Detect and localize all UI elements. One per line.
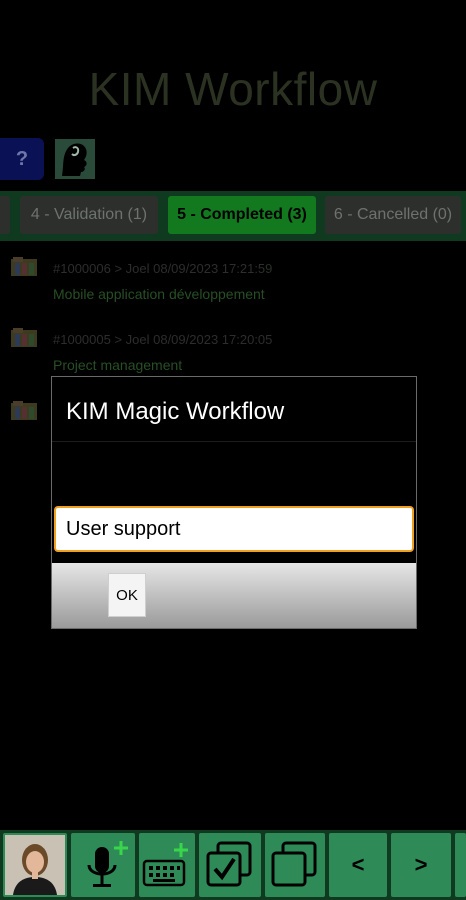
checked-boxes-button[interactable] <box>199 833 261 897</box>
add-voice-button[interactable] <box>71 833 135 897</box>
tab-cancelled[interactable]: 6 - Cancelled (0) <box>325 196 461 234</box>
microphone-plus-icon <box>87 841 128 887</box>
folder-icon <box>11 257 37 276</box>
tab-completed[interactable]: 5 - Completed (3) <box>168 196 316 234</box>
avatar-button[interactable] <box>3 833 67 897</box>
dialog-button-bar: OK <box>52 563 416 628</box>
help-button[interactable]: ? <box>0 138 44 180</box>
folder-icon <box>11 328 37 347</box>
chevron-left-icon: < <box>351 852 365 877</box>
checkbox-empty-icon <box>271 841 317 887</box>
folder-icon <box>11 401 37 420</box>
list-item-title: Project management <box>53 357 183 373</box>
unchecked-boxes-button[interactable] <box>265 833 325 897</box>
checkbox-checked-icon <box>206 841 252 887</box>
keyboard-plus-icon <box>142 843 188 887</box>
face-profile-icon[interactable] <box>54 138 96 180</box>
status-tabs: 4 - Validation (1) 5 - Completed (3) 6 -… <box>0 191 466 241</box>
dialog-divider <box>52 441 416 442</box>
list-item[interactable] <box>10 256 38 283</box>
ok-button[interactable]: OK <box>108 573 146 617</box>
add-keyboard-button[interactable] <box>139 833 195 897</box>
list-item[interactable] <box>10 400 38 427</box>
next-button[interactable]: > <box>391 833 451 897</box>
list-item-meta: #1000005 > Joel 08/09/2023 17:20:05 <box>53 332 273 347</box>
toolbar-overflow-button[interactable] <box>455 833 466 897</box>
list-item-meta: #1000006 > Joel 08/09/2023 17:21:59 <box>53 261 273 276</box>
app-title: KIM Workflow <box>88 63 378 115</box>
tab-partial[interactable] <box>0 196 10 234</box>
dialog-text-field[interactable]: User support <box>54 506 414 552</box>
tab-validation[interactable]: 4 - Validation (1) <box>20 196 158 234</box>
list-item[interactable] <box>10 327 38 354</box>
bottom-toolbar: < > <box>0 830 466 900</box>
chevron-right-icon: > <box>414 852 428 877</box>
previous-button[interactable]: < <box>329 833 387 897</box>
dialog-title: KIM Magic Workflow <box>66 398 285 425</box>
input-dialog: KIM Magic Workflow User support OK <box>51 376 417 629</box>
list-item-title: Mobile application développement <box>53 286 265 302</box>
avatar <box>5 835 65 895</box>
